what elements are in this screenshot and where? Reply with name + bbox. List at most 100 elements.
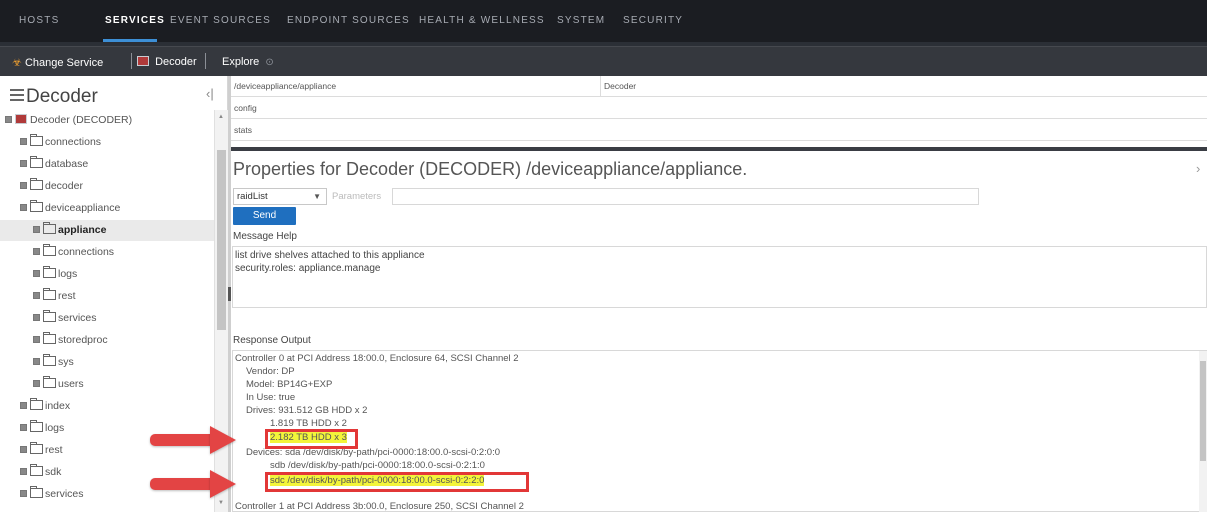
expand-icon[interactable]: [33, 270, 40, 277]
help-line: list drive shelves attached to this appl…: [235, 250, 425, 261]
expand-icon[interactable]: [33, 336, 40, 343]
folder-icon: [30, 156, 43, 168]
response-line: Drives: 931.512 GB HDD x 2: [246, 405, 368, 416]
table-row[interactable]: /deviceappliance/appliance Decoder: [231, 76, 1207, 97]
table-row[interactable]: stats: [231, 120, 1207, 141]
scrollbar-thumb[interactable]: [217, 150, 226, 330]
expand-icon[interactable]: [33, 248, 40, 255]
node-type-cell: Decoder: [604, 81, 637, 91]
toolbar-divider: [131, 53, 132, 69]
open-folder-icon: [30, 200, 43, 212]
close-icon[interactable]: ›: [1196, 161, 1200, 176]
message-help-box: list drive shelves attached to this appl…: [232, 246, 1207, 308]
tab-health-wellness[interactable]: HEALTH & WELLNESS: [419, 15, 545, 26]
folder-icon: [30, 398, 43, 410]
node-path-cell: stats: [234, 125, 252, 135]
tree-title: Decoder: [10, 86, 98, 108]
expand-icon[interactable]: [20, 160, 27, 167]
scrollbar-thumb[interactable]: [1200, 361, 1206, 461]
horizontal-splitter[interactable]: [231, 147, 1207, 151]
service-button[interactable]: Decoder: [137, 56, 197, 68]
service-toolbar: ☣ Change Service Decoder Explore ⊙: [0, 46, 1207, 76]
expand-icon[interactable]: [20, 490, 27, 497]
tab-hosts[interactable]: HOSTS: [19, 15, 59, 26]
tree-item-appliance[interactable]: appliance: [0, 220, 214, 241]
folder-icon: [30, 420, 43, 432]
response-output-label: Response Output: [233, 335, 311, 346]
expand-icon[interactable]: [20, 446, 27, 453]
expand-icon[interactable]: [20, 402, 27, 409]
expand-icon[interactable]: [20, 138, 27, 145]
tree-item-services[interactable]: services: [33, 308, 97, 329]
decoder-icon: [137, 56, 149, 66]
tree-item-rest[interactable]: rest: [33, 286, 76, 307]
collapse-icon[interactable]: [5, 116, 12, 123]
tree-item-users[interactable]: users: [33, 374, 84, 395]
tree-item-logs[interactable]: logs: [33, 264, 77, 285]
scroll-up-icon[interactable]: ▲: [218, 114, 224, 120]
folder-icon: [30, 178, 43, 190]
toolbar-divider: [205, 53, 206, 69]
scroll-down-icon[interactable]: ▼: [218, 500, 224, 506]
tree-item-sys[interactable]: sys: [33, 352, 74, 373]
tree-item-logs[interactable]: logs: [20, 418, 64, 439]
tree-item-database[interactable]: database: [20, 154, 88, 175]
collapse-icon[interactable]: [20, 204, 27, 211]
expand-icon[interactable]: [33, 380, 40, 387]
collapse-panel-icon[interactable]: ‹|: [206, 86, 214, 101]
help-line: security.roles: appliance.manage: [235, 263, 381, 274]
tree-item-sdk[interactable]: sdk: [20, 462, 61, 483]
explore-label: Explore: [222, 56, 260, 68]
response-scrollbar[interactable]: [1199, 351, 1207, 512]
tree-item-rest[interactable]: rest: [20, 440, 63, 461]
menu-icon: [10, 89, 24, 101]
tree-item-services[interactable]: services: [20, 484, 84, 505]
response-line: In Use: true: [246, 392, 296, 403]
response-line: Model: BP14G+EXP: [246, 379, 333, 390]
folder-icon: [30, 134, 43, 146]
tree-root[interactable]: Decoder (DECODER): [5, 110, 132, 131]
expand-icon[interactable]: [33, 226, 40, 233]
expand-icon[interactable]: [33, 314, 40, 321]
tree-item-deviceappliance[interactable]: deviceappliance: [20, 198, 120, 219]
service-label: Decoder: [155, 56, 197, 68]
tab-system[interactable]: SYSTEM: [557, 15, 605, 26]
expand-icon[interactable]: [20, 468, 27, 475]
folder-icon: [30, 442, 43, 454]
parameters-input[interactable]: [392, 188, 979, 205]
change-service-button[interactable]: ☣ Change Service: [12, 56, 103, 69]
response-line: Controller 1 at PCI Address 3b:00.0, Enc…: [235, 501, 524, 512]
tree-title-text: Decoder: [26, 86, 98, 107]
response-line: 1.819 TB HDD x 2: [270, 418, 347, 429]
tab-event-sources[interactable]: EVENT SOURCES: [170, 15, 271, 26]
explore-options-icon: ⊙: [265, 57, 274, 68]
splitter-handle[interactable]: [228, 287, 231, 301]
tree-item-index[interactable]: index: [20, 396, 70, 417]
send-button[interactable]: Send: [233, 207, 296, 225]
folder-icon: [43, 288, 56, 300]
expand-icon[interactable]: [20, 424, 27, 431]
expand-icon[interactable]: [33, 292, 40, 299]
column-divider: [600, 76, 601, 97]
folder-icon: [43, 244, 56, 256]
tree-item-connections[interactable]: connections: [20, 132, 101, 153]
tree-item-connections[interactable]: connections: [33, 242, 114, 263]
services-icon: ☣: [12, 57, 22, 69]
parameters-label: Parameters: [332, 191, 382, 202]
tree-item-decoder[interactable]: decoder: [20, 176, 83, 197]
folder-icon: [43, 310, 56, 322]
folder-icon: [43, 332, 56, 344]
expand-icon[interactable]: [20, 182, 27, 189]
table-row[interactable]: config: [231, 98, 1207, 119]
tab-services[interactable]: SERVICES: [105, 15, 165, 26]
folder-icon: [30, 464, 43, 476]
response-line: Vendor: DP: [246, 366, 295, 377]
node-path-cell: /deviceappliance/appliance: [234, 81, 337, 91]
tab-endpoint-sources[interactable]: ENDPOINT SOURCES: [287, 15, 410, 26]
tab-security[interactable]: SECURITY: [623, 15, 683, 26]
tree-item-storedproc[interactable]: storedproc: [33, 330, 108, 351]
expand-icon[interactable]: [33, 358, 40, 365]
message-select[interactable]: raidList ▼: [233, 188, 327, 205]
explore-menu[interactable]: Explore ⊙: [222, 56, 274, 68]
folder-icon: [43, 266, 56, 278]
